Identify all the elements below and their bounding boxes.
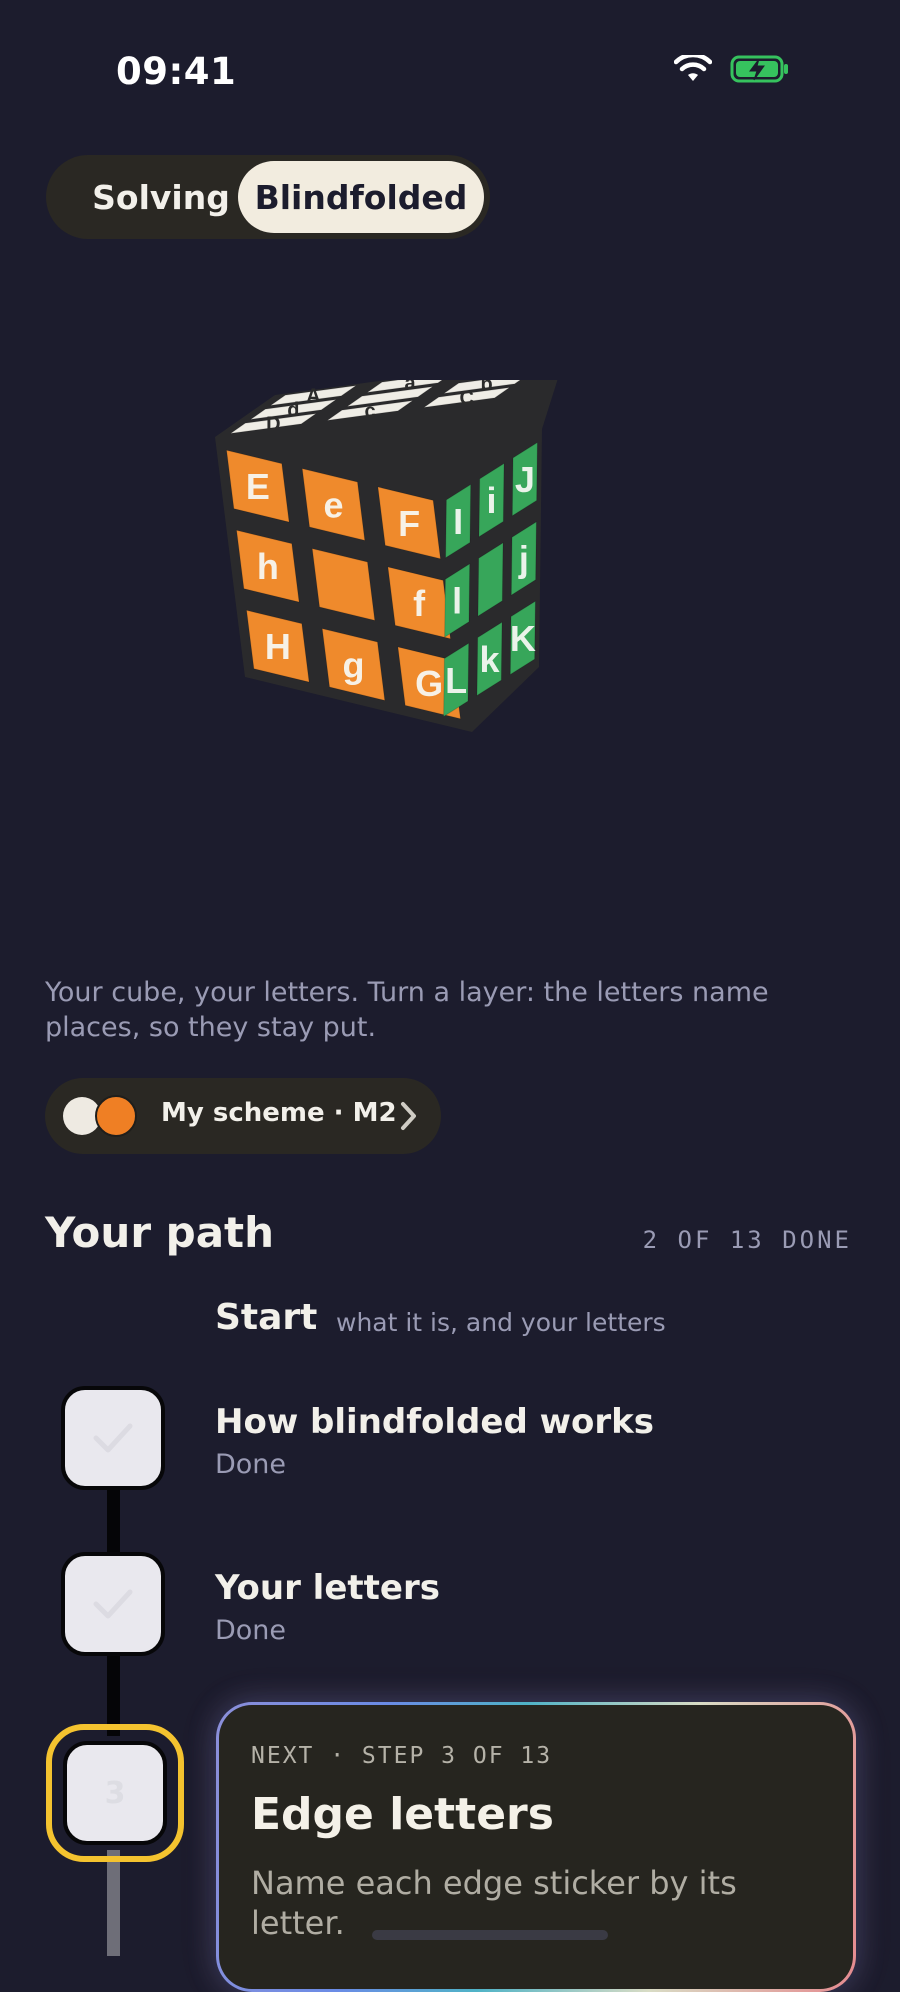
home-indicator: [372, 1930, 608, 1940]
wifi-icon: [674, 55, 712, 81]
scheme-label: My scheme · M2: [161, 1098, 397, 1128]
front-sticker-letter: f: [413, 583, 426, 624]
checkmark-icon: [93, 1589, 133, 1619]
battery-charging-icon: [730, 55, 788, 83]
right-sticker-letter: i: [486, 480, 496, 521]
orange-color-dot: [95, 1095, 137, 1137]
checkmark-icon: [93, 1423, 133, 1453]
path-connector: [107, 1486, 120, 1558]
right-sticker-letter: j: [518, 539, 529, 580]
intro-text: Your cube, your letters. Turn a layer: t…: [45, 977, 769, 1043]
progress-count: 2 OF 13 DONE: [642, 1226, 852, 1254]
right-sticker-letter: l: [452, 581, 462, 622]
scheme-button[interactable]: My scheme · M2: [45, 1078, 441, 1154]
top-sticker-letter: C: [459, 388, 473, 410]
front-sticker-letter: e: [323, 485, 343, 526]
next-step-eyebrow: NEXT · STEP 3 OF 13: [251, 1743, 553, 1769]
start-heading: Start: [215, 1297, 318, 1338]
right-sticker-letter: K: [510, 618, 536, 659]
right-sticker-letter: J: [515, 459, 535, 500]
top-sticker-letter: D: [266, 414, 280, 436]
step-2-checkbox[interactable]: [61, 1552, 165, 1656]
front-sticker-letter: E: [246, 466, 270, 507]
tab-blindfolded[interactable]: Blindfolded: [238, 161, 484, 233]
step-2-title[interactable]: Your letters: [215, 1568, 440, 1608]
front-sticker-letter: g: [343, 645, 365, 686]
right-sticker-letter: I: [453, 501, 463, 542]
start-subtitle: what it is, and your letters: [336, 1308, 666, 1337]
step-3-checkbox[interactable]: 3: [63, 1741, 167, 1845]
step-number: 3: [104, 1775, 126, 1811]
step-2-status: Done: [215, 1615, 287, 1646]
path-connector-upcoming: [107, 1850, 120, 1956]
top-sticker-letter: c: [364, 401, 375, 423]
next-step-card[interactable]: NEXT · STEP 3 OF 13 Edge letters Name ea…: [216, 1702, 856, 1992]
next-step-title: Edge letters: [251, 1789, 554, 1840]
step-1-title[interactable]: How blindfolded works: [215, 1402, 654, 1442]
front-sticker-letter: h: [257, 546, 279, 587]
cube-3d-view[interactable]: AaBdbDcCEeFhfHgGIiJljLkK: [210, 356, 680, 860]
chevron-right-icon: [401, 1102, 416, 1130]
section-title: Your path: [45, 1208, 275, 1257]
status-time: 09:41: [116, 50, 237, 93]
front-sticker-letter: H: [265, 626, 291, 667]
status-icons: [674, 54, 790, 84]
front-sticker-letter: G: [415, 663, 443, 704]
step-1-status: Done: [215, 1449, 287, 1480]
front-sticker-letter: F: [398, 503, 420, 544]
right-sticker-letter: k: [479, 639, 500, 680]
cube-illustration: AaBdbDcCEeFhfHgGIiJljLkK: [215, 356, 565, 732]
tab-solving[interactable]: Solving: [56, 161, 266, 233]
right-sticker-letter: L: [445, 660, 467, 701]
step-1-checkbox[interactable]: [61, 1386, 165, 1490]
mode-toggle: Solving Blindfolded: [46, 155, 490, 239]
